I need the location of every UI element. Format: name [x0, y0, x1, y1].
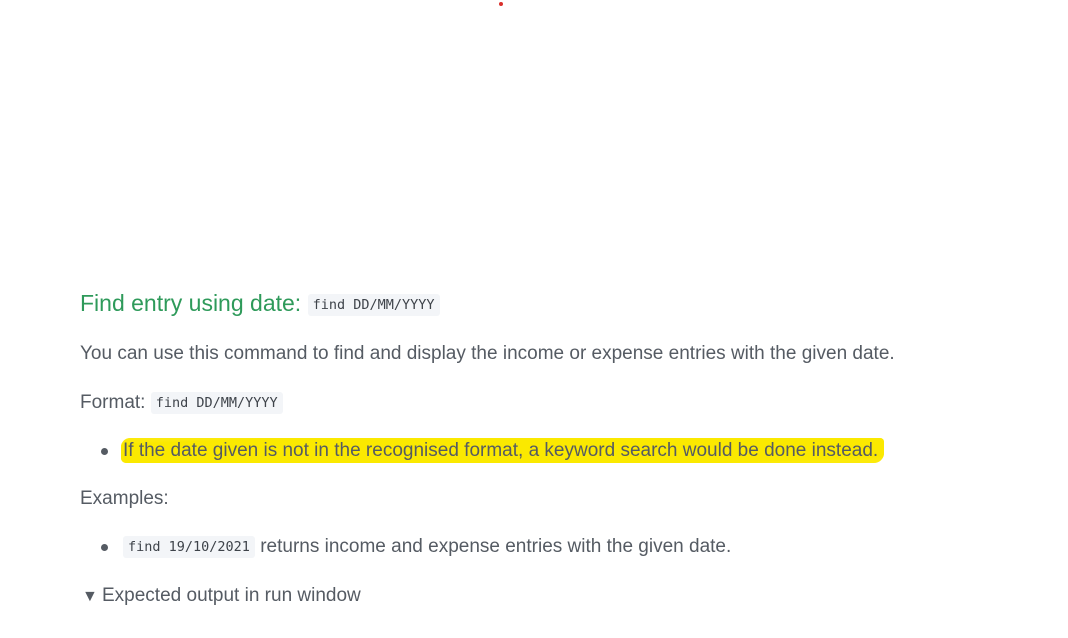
examples-label: Examples: — [80, 488, 169, 509]
page: Find entry using date: find DD/MM/YYYY Y… — [0, 0, 1068, 638]
examples-list: find 19/10/2021 returns income and expen… — [80, 533, 1040, 561]
format-label: Format: — [80, 392, 146, 413]
triangle-down-icon: ▼ — [82, 588, 98, 605]
content-section: Find entry using date: find DD/MM/YYYY Y… — [80, 286, 1040, 611]
format-paragraph: Format: find DD/MM/YYYY — [80, 389, 1040, 417]
example-code: find 19/10/2021 — [123, 536, 255, 558]
bullet-icon — [101, 544, 108, 551]
section-heading: Find entry using date: find DD/MM/YYYY — [80, 286, 1040, 320]
heading-code: find DD/MM/YYYY — [307, 294, 440, 316]
bullet-icon — [101, 448, 108, 455]
details-summary: Expected output in run window — [102, 585, 361, 606]
list-item: If the date given is not in the recognis… — [80, 437, 1040, 465]
format-code: find DD/MM/YYYY — [150, 392, 283, 414]
description-paragraph: You can use this command to find and dis… — [80, 343, 895, 364]
list-item: find 19/10/2021 returns income and expen… — [80, 533, 1040, 561]
red-dot-marker — [499, 2, 503, 6]
heading-text: Find entry using date: — [80, 290, 302, 316]
example-text: returns income and expense entries with … — [254, 536, 732, 557]
highlighted-note: If the date given is not in the recognis… — [121, 438, 885, 463]
notes-list: If the date given is not in the recognis… — [80, 437, 1040, 465]
details-toggle[interactable]: ▼ Expected output in run window — [80, 582, 1040, 611]
